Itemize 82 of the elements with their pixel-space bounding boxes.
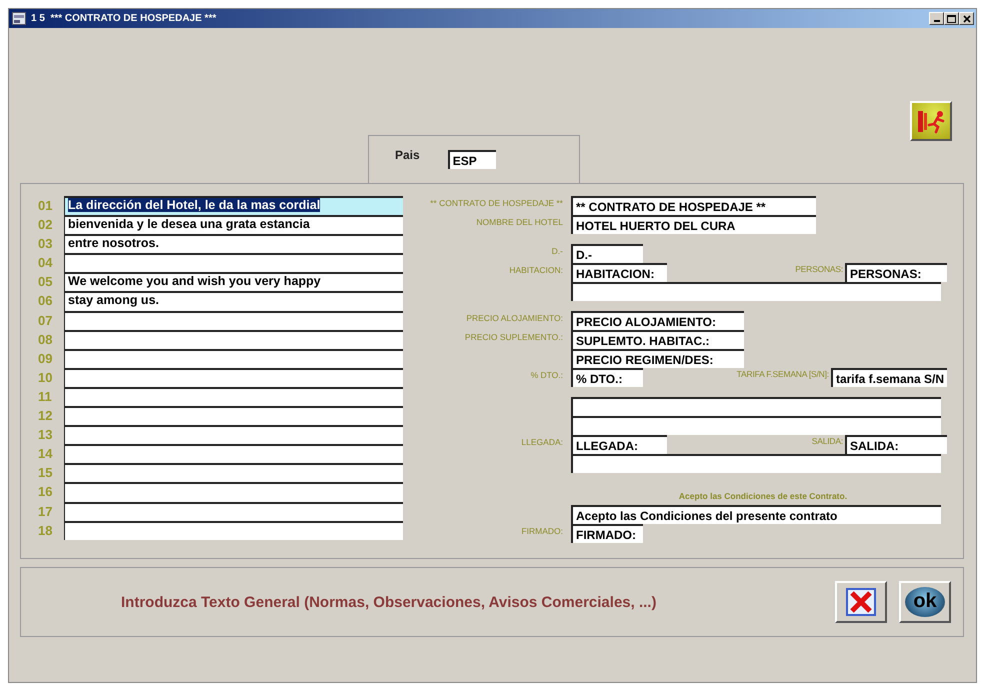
text-line-field[interactable] [64, 444, 403, 464]
line-number: 01 [38, 197, 54, 215]
input-field[interactable] [571, 397, 941, 416]
field-label: PRECIO ALOJAMIENTO: [465, 312, 563, 323]
text-line-field[interactable] [64, 482, 403, 502]
instruction-text: Introduzca Texto General (Normas, Observaciones, Avisos Comerciales, ...) [121, 594, 658, 610]
minimize-icon [934, 20, 940, 22]
country-field[interactable]: ESP [448, 150, 496, 169]
field-label: ** CONTRATO DE HOSPEDAJE ** [429, 197, 563, 208]
close-icon [962, 14, 970, 22]
input-field[interactable]: D.- [571, 244, 643, 263]
input-field[interactable]: % DTO.: [571, 368, 643, 387]
text-line-field[interactable]: stay among us. [64, 291, 403, 311]
text-line-field[interactable] [64, 425, 403, 444]
exit-button[interactable] [910, 101, 952, 141]
input-field[interactable]: Acepto las Condiciones del presente contrato [571, 505, 941, 524]
text-line-field[interactable] [64, 386, 403, 406]
text-line-field[interactable] [64, 520, 403, 540]
text-line-field[interactable]: entre nosotros. [64, 234, 403, 254]
input-field[interactable] [571, 416, 941, 435]
field-label: % DTO.: [530, 369, 563, 380]
field-label: HABITACION: [508, 264, 563, 275]
ok-button[interactable]: ok [899, 581, 951, 623]
field-label: TARIFA F.SEMANA [S/N]: [736, 368, 829, 379]
text-line-field[interactable]: We welcome you and wish you very happy [64, 272, 403, 292]
field-label: PERSONAS: [795, 263, 843, 274]
line-number: 18 [38, 522, 54, 540]
input-field[interactable]: ** CONTRATO DE HOSPEDAJE ** [571, 196, 816, 215]
line-number: 17 [38, 502, 54, 520]
input-field[interactable]: SALIDA: [845, 435, 947, 454]
app-icon [12, 12, 26, 25]
cancel-x-icon [846, 588, 876, 616]
line-number: 07 [38, 312, 54, 330]
text-line-field[interactable] [64, 502, 403, 521]
line-number: 02 [38, 216, 54, 234]
input-field[interactable]: PERSONAS: [845, 263, 947, 282]
input-field[interactable]: LLEGADA: [571, 435, 667, 454]
text-line-field[interactable] [64, 330, 403, 349]
input-field[interactable]: HOTEL HUERTO DEL CURA [571, 215, 816, 234]
field-label: LLEGADA: [520, 436, 563, 447]
cancel-button[interactable] [835, 581, 887, 623]
input-field[interactable]: FIRMADO: [571, 524, 643, 543]
close-button[interactable] [959, 12, 974, 25]
line-number: 13 [38, 426, 54, 444]
line-number: 09 [38, 350, 54, 368]
input-field[interactable] [571, 454, 941, 473]
line-number: 05 [38, 273, 54, 292]
field-label: PRECIO SUPLEMENTO.: [464, 331, 563, 342]
text-line-field[interactable]: La dirección del Hotel, le da la mas cordial [64, 196, 403, 216]
line-number: 08 [38, 330, 54, 349]
field-label: NOMBRE DEL HOTEL [475, 216, 563, 227]
line-number: 11 [38, 388, 53, 406]
window-title: 1 5 *** CONTRATO DE HOSPEDAJE *** [31, 13, 218, 24]
line-number: 06 [38, 292, 54, 310]
field-label: FIRMADO: [520, 525, 563, 536]
input-field[interactable]: PRECIO REGIMEN/DES: [571, 349, 744, 368]
text-line-field[interactable] [64, 253, 403, 272]
input-field[interactable] [571, 282, 941, 301]
line-number: 12 [38, 407, 54, 426]
country-label: Pais [395, 148, 420, 162]
line-number: 10 [38, 368, 54, 387]
line-number: 15 [38, 464, 54, 482]
input-field[interactable]: SUPLEMTO. HABITAC.: [571, 330, 744, 349]
conditions-caption: Acepto las Condiciones de este Contrato. [678, 491, 848, 501]
line-number: 14 [38, 445, 54, 464]
field-label: D.- [550, 245, 563, 256]
line-number: 16 [38, 483, 54, 502]
maximize-icon [947, 14, 956, 22]
text-line-field[interactable] [64, 348, 403, 368]
line-number: 04 [38, 254, 54, 272]
text-line-field[interactable] [64, 406, 403, 426]
text-line-field[interactable]: bienvenida y le desea una grata estancia [64, 215, 403, 234]
text-line-field[interactable] [64, 310, 403, 330]
minimize-button[interactable] [929, 12, 944, 25]
input-field[interactable]: HABITACION: [571, 263, 667, 282]
input-field[interactable]: PRECIO ALOJAMIENTO: [571, 311, 744, 330]
text-line-field[interactable] [64, 463, 403, 482]
input-field[interactable]: tarifa f.semana S/N [830, 368, 947, 387]
line-number: 03 [38, 235, 54, 254]
field-label: SALIDA: [812, 435, 843, 446]
maximize-button[interactable] [944, 12, 959, 25]
text-line-field[interactable] [64, 368, 403, 387]
